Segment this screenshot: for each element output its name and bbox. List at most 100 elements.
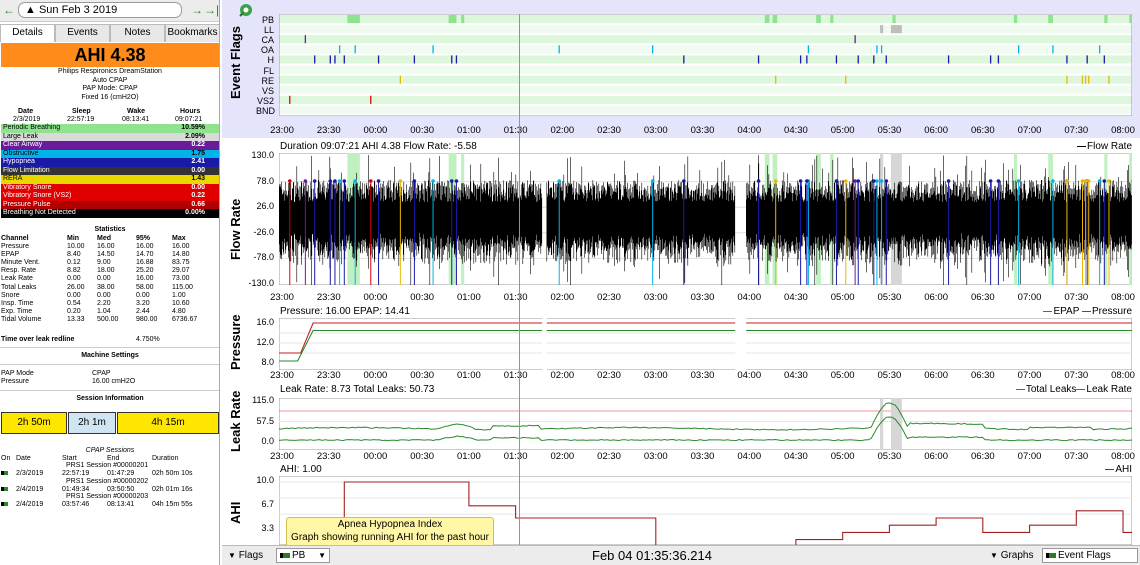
stat-value: 0.00 — [67, 275, 81, 283]
time-tick-label: 02:30 — [597, 125, 621, 136]
stat-value: 83.75 — [172, 259, 190, 267]
event-index-value: 0.22 — [191, 192, 205, 199]
flag-select-value: PB — [292, 550, 306, 561]
session-checkbox[interactable] — [1, 501, 9, 509]
time-tick-label: 05:30 — [877, 370, 902, 381]
session-checkbox[interactable] — [1, 470, 9, 478]
machine-type: Auto CPAP — [92, 76, 128, 84]
ll-flag — [890, 25, 902, 34]
back-arrow-icon[interactable]: ← — [2, 3, 16, 17]
graphs-label: Graphs — [1000, 550, 1034, 561]
stat-value: 0.20 — [67, 307, 81, 315]
session-button-2[interactable]: 2h 1m — [68, 412, 116, 434]
session-date: 2/3/2019 — [16, 470, 44, 477]
time-cursor[interactable] — [519, 14, 520, 545]
time-tick-label: 05:00 — [830, 370, 855, 381]
time-tick-label: 05:30 — [877, 292, 902, 303]
pin-icon[interactable] — [236, 2, 254, 20]
stat-value: 13.33 — [67, 315, 85, 323]
time-tick-label: 07:30 — [1064, 451, 1089, 462]
event-index-row[interactable]: Periodic Breathing 10.59% — [1, 124, 219, 133]
event-flags-label: Event Flags — [228, 26, 243, 100]
flags-dropdown[interactable]: ▼ Flags — [228, 549, 263, 563]
last-day-icon[interactable]: →| — [204, 3, 219, 17]
oa-marker-dot — [1051, 179, 1055, 183]
event-index-row[interactable]: Flow Limitation 0.00 — [1, 166, 219, 175]
event-index-value: 2.41 — [191, 158, 205, 165]
time-tick-label: 04:00 — [737, 125, 762, 136]
stat-channel: Snore — [1, 291, 20, 299]
event-index-row[interactable]: Hypopnea 2.41 — [1, 158, 219, 167]
stat-value: 0.00 — [67, 291, 81, 299]
time-tick-label: 06:30 — [970, 292, 995, 303]
flag-select[interactable]: PB ▼ — [276, 548, 330, 563]
summary-date: 2/3/2019 — [13, 116, 41, 123]
h-marker-dot — [342, 179, 347, 183]
leak-rate-chart[interactable] — [279, 398, 1132, 450]
pressure-setting: Fixed 16 (cmH2O) — [81, 93, 139, 101]
time-axis: 23:00 23:30 00:00 00:30 01:00 01:30 02:00 02:30… — [222, 292, 1140, 304]
tab-events[interactable]: Events — [55, 24, 110, 42]
stat-value: 38.00 — [97, 283, 115, 291]
time-tick-label: 03:30 — [690, 370, 715, 381]
h-marker-dot — [1102, 179, 1107, 183]
event-index-row[interactable]: RERA 1.43 — [1, 175, 219, 184]
sessions-header-on: On — [1, 455, 11, 462]
event-index-row[interactable]: Breathing Not Detected 0.00% — [1, 209, 219, 218]
y-tick-label: 0.0 — [261, 436, 274, 446]
tab-details[interactable]: Details — [0, 24, 55, 42]
event-index-row[interactable]: Vibratory Snore (VS2) 0.22 — [1, 192, 219, 201]
time-tick-label: 00:00 — [363, 292, 388, 303]
time-tick-label: 03:00 — [643, 451, 668, 462]
graphs-dropdown[interactable]: ▼ Graphs — [990, 549, 1034, 563]
bottom-toolbar: ▼ Flags PB ▼ Feb 04 01:35:36.214 ▼ Graphs… — [222, 545, 1140, 565]
time-tick-label: 06:30 — [970, 370, 995, 381]
event-index-value: 0.00 — [191, 166, 205, 174]
tooltip-text: Graph showing running AHI for the past h… — [291, 532, 489, 543]
re-marker-dot — [1083, 179, 1088, 183]
event-index-row[interactable]: Pressure Pulse 0.66 — [1, 200, 219, 209]
pb-flag — [1104, 15, 1108, 24]
session-bar: 2h 50m 2h 1m 4h 15m — [0, 410, 219, 436]
time-tick-label: 00:30 — [410, 451, 435, 462]
stat-value: 8.82 — [67, 267, 81, 275]
summary-hours: 09:07:21 — [175, 116, 203, 123]
event-index-row[interactable]: Large Leak 2.09% — [1, 132, 219, 141]
time-tick-label: 04:00 — [737, 370, 762, 381]
y-tick-label: 8.0 — [261, 357, 274, 367]
flag-row-band — [279, 15, 1132, 24]
date-selector[interactable]: ▲ Sun Feb 3 2019 — [18, 2, 182, 18]
y-tick-label: -78.0 — [253, 252, 274, 263]
oa-marker-dot — [879, 179, 884, 183]
event-flags-chart[interactable] — [279, 14, 1132, 116]
h-marker-dot — [872, 179, 876, 183]
tooltip-title: Apnea Hypopnea Index — [337, 519, 443, 530]
session-end: 01:47:29 — [107, 470, 135, 477]
stat-value: 0.00 — [136, 291, 150, 299]
pb-flag — [347, 15, 360, 24]
session-checkbox[interactable] — [1, 486, 9, 494]
time-tick-label: 05:00 — [830, 451, 855, 462]
ahi-title: AHI: 1.00 — [280, 464, 322, 475]
stat-value: 2.20 — [97, 299, 111, 307]
graph-area: Event Flags PB LL CA OA H FL RE VS VS2 BND 23:00 2… — [222, 0, 1140, 545]
oa-marker-dot — [1097, 179, 1102, 183]
graph-select[interactable]: Event Flags — [1042, 548, 1138, 563]
pressure-chart[interactable] — [279, 318, 1132, 370]
tab-notes[interactable]: Notes — [110, 24, 165, 42]
event-index-row[interactable]: Clear Airway 0.22 — [1, 141, 219, 150]
session-button-1[interactable]: 2h 50m — [1, 412, 67, 434]
flow-rate-chart[interactable] — [279, 153, 1132, 285]
stat-channel: Exp. Time — [1, 307, 33, 315]
oa-marker-dot — [650, 179, 655, 183]
time-tick-label: 03:00 — [643, 370, 668, 381]
stat-value: 0.00 — [97, 275, 111, 283]
session-button-3[interactable]: 4h 15m — [117, 412, 219, 434]
forward-arrow-icon[interactable]: → — [190, 3, 204, 17]
h-marker-dot — [328, 179, 333, 183]
pressure-title: Pressure: 16.00 EPAP: 14.41 — [280, 306, 410, 317]
event-index-row[interactable]: Obstructive 1.75 — [1, 149, 219, 158]
session-gap — [542, 318, 547, 370]
tab-bookmarks[interactable]: Bookmarks — [165, 24, 219, 42]
event-index-row[interactable]: Vibratory Snore 0.00 — [1, 183, 219, 192]
